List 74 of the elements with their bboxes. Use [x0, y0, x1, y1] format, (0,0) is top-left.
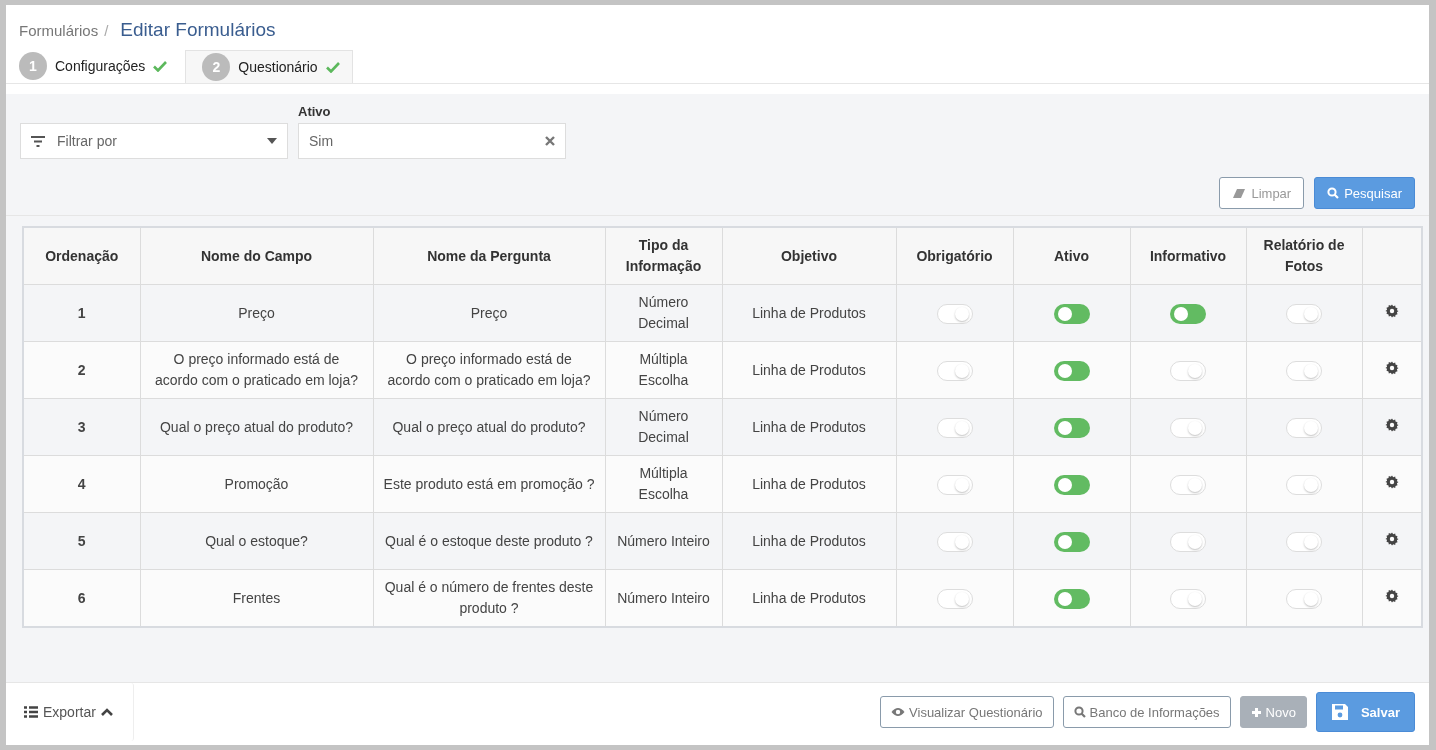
chevron-up-icon: [100, 708, 113, 716]
table-cell: Linha de Produtos: [722, 341, 896, 399]
breadcrumb-separator: /: [104, 22, 109, 39]
column-header: Ordenação: [23, 227, 140, 285]
order-cell: 2: [23, 341, 140, 399]
settings-icon[interactable]: [1384, 303, 1399, 318]
eraser-icon: [1232, 187, 1247, 199]
column-header: Obrigatório: [896, 227, 1013, 285]
search-icon: [1073, 706, 1086, 718]
plus-icon: [1250, 706, 1262, 718]
table-cell: Número Inteiro: [605, 569, 722, 627]
filter-dropdown[interactable]: Filtrar por: [20, 123, 288, 159]
settings-icon[interactable]: [1384, 474, 1399, 489]
table-cell: Preço: [140, 284, 373, 342]
order-cell: 5: [23, 512, 140, 570]
caret-icon: [267, 138, 277, 144]
column-header: Nome do Campo: [140, 227, 373, 285]
order-cell: 6: [23, 569, 140, 627]
export-button[interactable]: Exportar: [6, 683, 134, 741]
column-header: Tipo da Informação: [605, 227, 722, 285]
step-number: 1: [19, 52, 47, 80]
eye-icon: [891, 707, 906, 717]
table-cell: Múltipla Escolha: [605, 455, 722, 513]
table-cell: Número Decimal: [605, 284, 722, 342]
step-tab[interactable]: 2 Questionário: [185, 50, 353, 83]
settings-icon[interactable]: [1384, 531, 1399, 546]
clear-button[interactable]: Limpar: [1219, 177, 1305, 209]
column-header: Relatório de Fotos: [1246, 227, 1362, 285]
table-cell: Qual o preço atual do produto?: [373, 398, 605, 456]
table-cell: Número Decimal: [605, 398, 722, 456]
table-cell: Linha de Produtos: [722, 398, 896, 456]
search-button[interactable]: Pesquisar: [1314, 177, 1415, 209]
step-number: 2: [202, 53, 231, 81]
table-cell: O preço informado está de acordo com o praticado em loja?: [373, 341, 605, 399]
select-field[interactable]: Sim: [298, 123, 566, 159]
settings-icon[interactable]: [1384, 588, 1399, 603]
preview-button[interactable]: Visualizar Questionário: [880, 696, 1054, 728]
table-cell: Qual é o estoque deste produto ?: [373, 512, 605, 570]
table-cell: Preço: [373, 284, 605, 342]
clear-icon[interactable]: [545, 136, 555, 146]
table-cell: Linha de Produtos: [722, 284, 896, 342]
page-title: Editar Formulários: [120, 19, 276, 41]
database-button[interactable]: Banco de Informações: [1062, 696, 1231, 728]
table-cell: Linha de Produtos: [722, 569, 896, 627]
breadcrumb-link[interactable]: Formulários: [19, 22, 99, 39]
order-cell: 4: [23, 455, 140, 513]
settings-icon[interactable]: [1384, 360, 1399, 375]
column-header: Ativo: [1013, 227, 1130, 285]
table-cell: Qual é o número de frentes deste produto ?: [373, 569, 605, 627]
order-cell: 3: [23, 398, 140, 456]
field-label: Ativo: [298, 104, 332, 119]
column-header: Objetivo: [722, 227, 896, 285]
step-label: Configurações: [55, 58, 146, 74]
table-cell: Promoção: [140, 455, 373, 513]
list-icon: [24, 706, 38, 718]
table-cell: Este produto está em promoção ?: [373, 455, 605, 513]
table-cell: O preço informado está de acordo com o praticado em loja?: [140, 341, 373, 399]
column-header: Informativo: [1130, 227, 1246, 285]
table-cell: Qual o estoque?: [140, 512, 373, 570]
table-cell: Número Inteiro: [605, 512, 722, 570]
table-cell: Frentes: [140, 569, 373, 627]
step-label: Questionário: [238, 59, 318, 75]
filter-placeholder: Filtrar por: [57, 133, 118, 149]
column-header: Nome da Pergunta: [373, 227, 605, 285]
search-icon: [1327, 187, 1340, 199]
table-cell: Múltipla Escolha: [605, 341, 722, 399]
filter-icon: [31, 135, 45, 147]
save-button[interactable]: Salvar: [1315, 692, 1415, 732]
order-cell: 1: [23, 284, 140, 342]
table-cell: Linha de Produtos: [722, 455, 896, 513]
table-cell: Qual o preço atual do produto?: [140, 398, 373, 456]
settings-icon[interactable]: [1384, 417, 1399, 432]
table-cell: Linha de Produtos: [722, 512, 896, 570]
select-value: Sim: [309, 133, 335, 149]
